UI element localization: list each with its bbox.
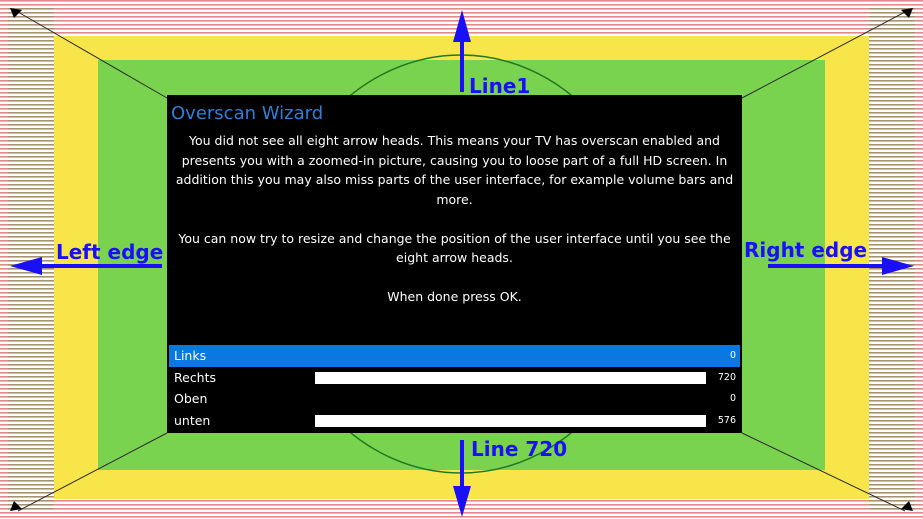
setting-value: 0 [729,393,736,404]
setting-label: Links [174,348,207,363]
setting-slider-bar[interactable] [315,371,706,384]
wizard-paragraph-3: When done press OK. [387,289,522,304]
setting-row-rechts[interactable]: Rechts 720 [169,367,740,389]
left-stripe-gutter [8,8,54,511]
setting-row-oben[interactable]: Oben 0 [169,388,740,410]
wizard-message: You did not see all eight arrow heads. T… [171,131,738,307]
wizard-paragraph-1: You did not see all eight arrow heads. T… [175,133,734,207]
wizard-title: Overscan Wizard [171,103,324,124]
label-right-edge: Right edge [744,238,868,262]
wizard-paragraph-2: You can now try to resize and change the… [178,230,731,266]
label-line-720: Line 720 [471,437,568,461]
overscan-settings-list: Links 0 Rechts 720 Oben 0 unten 576 [169,345,740,431]
setting-value: 720 [717,371,736,383]
setting-label: unten [174,412,211,428]
setting-row-links[interactable]: Links 0 [169,345,740,367]
setting-value: 576 [717,414,736,426]
overscan-wizard-dialog: Overscan Wizard You did not see all eigh… [167,95,742,433]
setting-label: Oben [174,391,208,406]
setting-value: 0 [729,350,736,361]
setting-slider-bar[interactable] [315,414,706,427]
right-stripe-gutter [869,8,915,511]
label-left-edge: Left edge [56,240,164,264]
setting-label: Rechts [174,369,217,385]
setting-row-unten[interactable]: unten 576 [169,410,740,432]
